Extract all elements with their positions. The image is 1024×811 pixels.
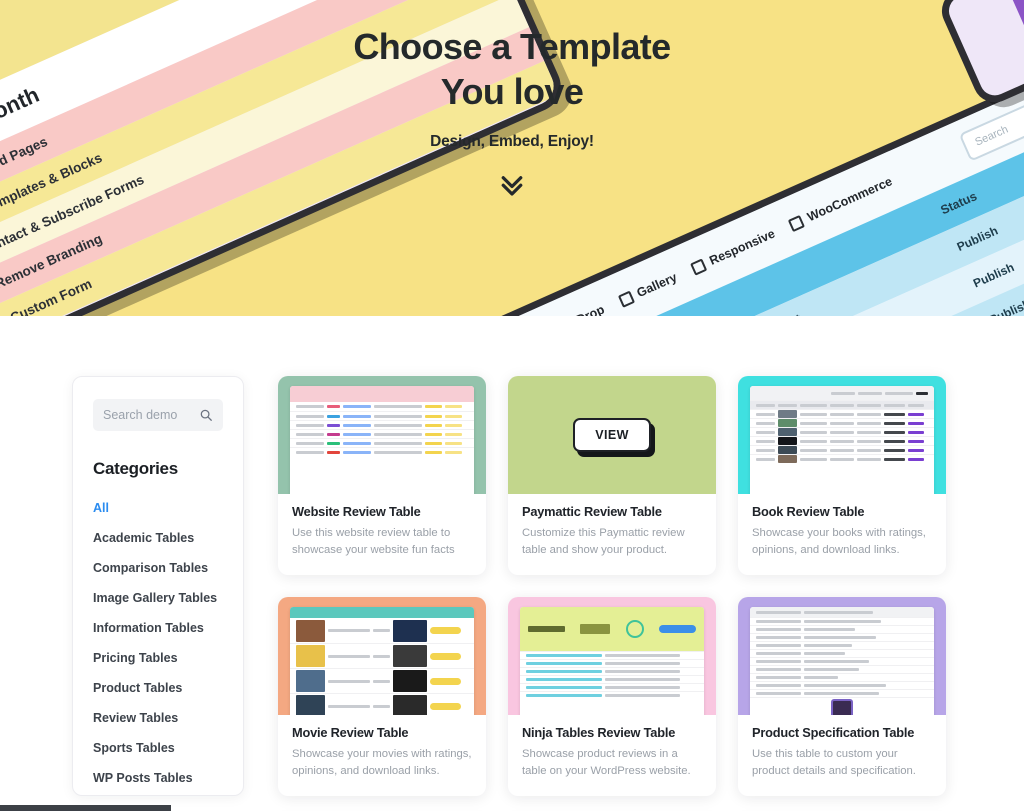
search-icon[interactable]	[199, 408, 213, 422]
sidebar-item-academic-tables[interactable]: Academic Tables	[93, 523, 223, 553]
template-description: Showcase your movies with ratings, opini…	[292, 748, 472, 777]
filter-label: Responsive	[707, 226, 778, 268]
bottom-status-bar	[0, 805, 171, 811]
template-thumbnail[interactable]	[278, 597, 486, 715]
sidebar-item-sports-tables[interactable]: Sports Tables	[93, 733, 223, 763]
template-card[interactable]: Book Review Table Showcase your books wi…	[738, 376, 946, 575]
filter-label: Gallery	[634, 270, 680, 301]
sidebar-item-comparison-tables[interactable]: Comparison Tables	[93, 553, 223, 583]
sidebar-item-wp-posts-tables[interactable]: WP Posts Tables	[93, 763, 223, 793]
template-thumbnail[interactable]	[738, 597, 946, 715]
thumbnail-preview	[290, 607, 474, 715]
datatable-mock-filter: Gallery	[617, 270, 679, 308]
thumbnail-preview	[750, 607, 934, 715]
hero-mock-pricing-table: DELUXE For Large Business $79/ month Unl…	[0, 0, 569, 316]
template-title: Movie Review Table	[292, 725, 409, 740]
template-title: Website Review Table	[292, 504, 421, 519]
sidebar-item-all[interactable]: All	[93, 493, 223, 523]
checkbox-icon	[690, 257, 708, 276]
template-card[interactable]: Movie Review Table Showcase your movies …	[278, 597, 486, 796]
sidebar: Categories All Academic Tables Compariso…	[72, 376, 244, 796]
content-area: Categories All Academic Tables Compariso…	[0, 316, 1024, 811]
template-card-body: Website Review Table Use this website re…	[278, 494, 486, 575]
template-card[interactable]: Product Specification Table Use this tab…	[738, 597, 946, 796]
double-chevron-down-icon[interactable]	[497, 169, 527, 199]
datatable-mock-filter: Drag and Drop	[504, 302, 607, 316]
checkbox-icon	[617, 290, 635, 308]
template-card-body: Book Review Table Showcase your books wi…	[738, 494, 946, 575]
template-description: Use this website review table to showcas…	[292, 527, 455, 556]
categories-heading: Categories	[93, 459, 178, 478]
template-card[interactable]: VIEW Paymattic Review Table Customize th…	[508, 376, 716, 575]
template-description: Customize this Paymattic review table an…	[522, 527, 685, 556]
hero-mock-purple-phone: V	[934, 0, 1024, 110]
template-card-body: Product Specification Table Use this tab…	[738, 715, 946, 796]
hero-banner: DELUXE For Large Business $79/ month Unl…	[0, 0, 1024, 316]
template-card[interactable]: Website Review Table Use this website re…	[278, 376, 486, 575]
sidebar-item-pricing-tables[interactable]: Pricing Tables	[93, 643, 223, 673]
search-demo-box[interactable]	[93, 399, 223, 431]
search-input[interactable]	[103, 408, 199, 422]
categories-list: All Academic Tables Comparison Tables Im…	[93, 493, 223, 793]
sidebar-item-image-gallery-tables[interactable]: Image Gallery Tables	[93, 583, 223, 613]
view-button[interactable]: VIEW	[573, 418, 651, 452]
template-title: Ninja Tables Review Table	[522, 725, 676, 740]
template-grid: Website Review Table Use this website re…	[278, 376, 946, 811]
template-card-body: Ninja Tables Review Table Showcase produ…	[508, 715, 716, 796]
thumbnail-preview	[520, 607, 704, 715]
template-description: Showcase your books with ratings, opinio…	[752, 527, 926, 556]
template-description: Showcase product reviews in a table on y…	[522, 748, 691, 777]
template-thumbnail[interactable]	[508, 597, 716, 715]
sidebar-item-information-tables[interactable]: Information Tables	[93, 613, 223, 643]
filter-label: Drag and Drop	[522, 302, 607, 316]
template-title: Paymattic Review Table	[522, 504, 662, 519]
thumbnail-hover-overlay: VIEW	[508, 376, 716, 494]
template-title: Book Review Table	[752, 504, 865, 519]
checkbox-icon	[787, 214, 806, 232]
template-thumbnail[interactable]	[278, 376, 486, 494]
thumbnail-preview	[290, 386, 474, 494]
template-card[interactable]: Ninja Tables Review Table Showcase produ…	[508, 597, 716, 796]
template-thumbnail[interactable]	[738, 376, 946, 494]
template-title: Product Specification Table	[752, 725, 915, 740]
template-card-body: Movie Review Table Showcase your movies …	[278, 715, 486, 796]
template-thumbnail[interactable]: VIEW	[508, 376, 716, 494]
sidebar-item-product-tables[interactable]: Product Tables	[93, 673, 223, 703]
thumbnail-preview	[750, 386, 934, 494]
template-description: Use this table to custom your product de…	[752, 748, 916, 777]
template-card-body: Paymattic Review Table Customize this Pa…	[508, 494, 716, 575]
sidebar-item-review-tables[interactable]: Review Tables	[93, 703, 223, 733]
purple-mock-label: V	[1005, 0, 1024, 49]
